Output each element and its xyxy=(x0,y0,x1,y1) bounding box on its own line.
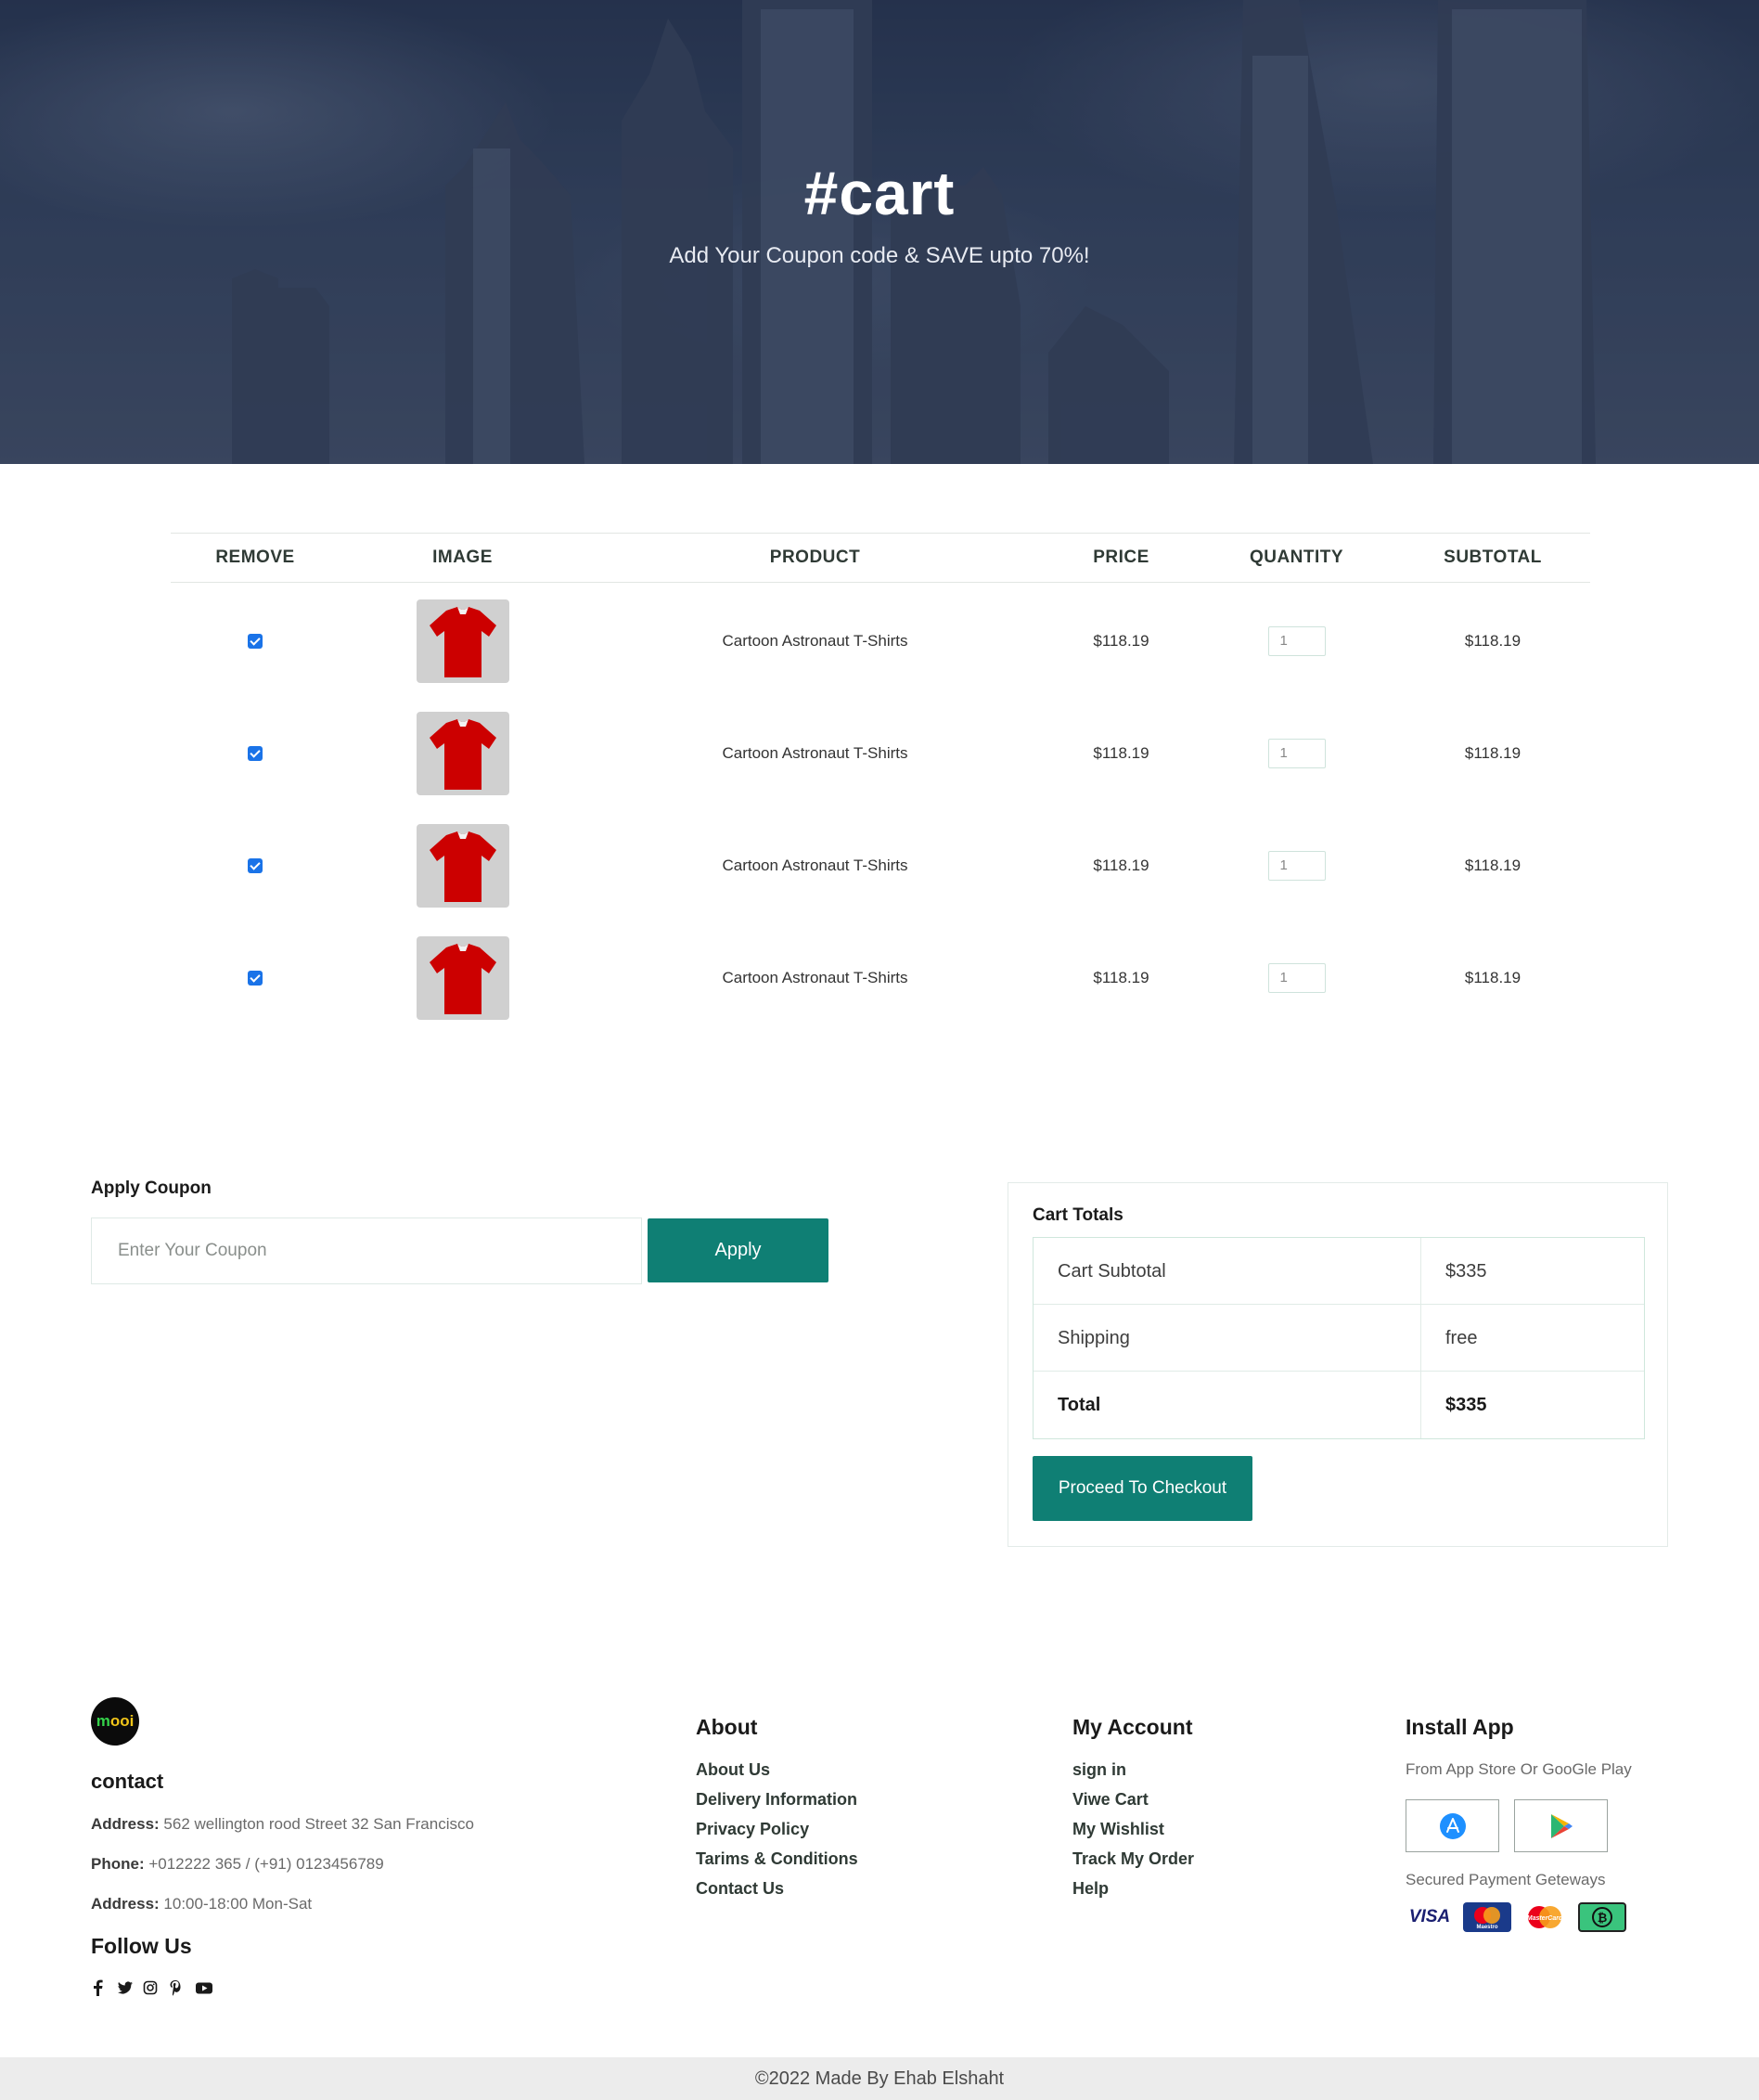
cart-table: REMOVE IMAGE PRODUCT PRICE QUANTITY SUBT… xyxy=(171,533,1590,1034)
install-subtitle: From App Store Or GooGle Play xyxy=(1406,1760,1632,1778)
twitter-icon[interactable] xyxy=(117,1979,133,1996)
instagram-icon[interactable] xyxy=(143,1979,158,1996)
remove-checkbox[interactable] xyxy=(248,633,263,649)
app-store-icon xyxy=(1439,1812,1466,1839)
cart-totals-table: Cart Subtotal $335 Shipping free Total $… xyxy=(1033,1237,1645,1439)
product-price: $118.19 xyxy=(1093,856,1149,874)
remove-checkbox[interactable] xyxy=(248,857,263,873)
contact-phone: Phone: +012222 365 / (+91) 0123456789 xyxy=(91,1855,384,1873)
site-logo[interactable]: mooi xyxy=(91,1697,139,1746)
coupon-title: Apply Coupon xyxy=(91,1179,212,1198)
footer-about-column: About About Us Delivery Information Priv… xyxy=(696,1715,858,1909)
footer-link-help[interactable]: Help xyxy=(1072,1879,1194,1909)
hero-banner: #cart Add Your Coupon code & SAVE upto 7… xyxy=(0,0,1759,464)
table-row: Cartoon Astronaut T-Shirts $118.19 1 $11… xyxy=(171,585,1590,697)
svg-text:₿: ₿ xyxy=(1598,1912,1608,1926)
product-image[interactable] xyxy=(416,823,509,908)
table-row: Cartoon Astronaut T-Shirts $118.19 1 $11… xyxy=(171,921,1590,1034)
footer-link-contact[interactable]: Contact Us xyxy=(696,1879,858,1909)
product-subtotal: $118.19 xyxy=(1464,631,1521,650)
footer-account-column: My Account sign in Viwe Cart My Wishlist… xyxy=(1072,1715,1194,1909)
cart-totals-panel: Cart Totals Cart Subtotal $335 Shipping … xyxy=(1008,1182,1668,1547)
product-price: $118.19 xyxy=(1093,743,1149,762)
footer-about-heading: About xyxy=(696,1715,758,1739)
follow-us-heading: Follow Us xyxy=(91,1934,192,1958)
contact-address: Address: 562 wellington rood Street 32 S… xyxy=(91,1815,474,1833)
totals-label: Cart Subtotal xyxy=(1034,1238,1421,1304)
header-product: PRODUCT xyxy=(769,548,861,567)
totals-row-shipping: Shipping free xyxy=(1034,1305,1644,1372)
product-subtotal: $118.19 xyxy=(1464,856,1521,874)
proceed-to-checkout-button[interactable]: Proceed To Checkout xyxy=(1033,1456,1252,1521)
header-subtotal: SUBTOTAL xyxy=(1444,548,1542,567)
footer-link-terms[interactable]: Tarims & Conditions xyxy=(696,1849,858,1879)
google-play-button[interactable] xyxy=(1514,1799,1608,1852)
product-name[interactable]: Cartoon Astronaut T-Shirts xyxy=(585,744,1045,763)
contact-hours: Address: 10:00-18:00 Mon-Sat xyxy=(91,1895,313,1913)
footer-install-heading: Install App xyxy=(1406,1715,1514,1739)
quantity-input[interactable]: 1 xyxy=(1267,850,1326,881)
app-store-button[interactable] xyxy=(1406,1799,1499,1852)
bitcoin-icon: ₿ xyxy=(1578,1902,1626,1932)
coupon-input[interactable]: Enter Your Coupon xyxy=(91,1217,642,1284)
footer-link-privacy[interactable]: Privacy Policy xyxy=(696,1820,858,1849)
pinterest-icon[interactable] xyxy=(169,1979,184,1996)
quantity-input[interactable]: 1 xyxy=(1267,738,1326,768)
youtube-icon[interactable] xyxy=(195,1979,213,1996)
totals-label: Shipping xyxy=(1034,1305,1421,1371)
copyright-bar: ©2022 Made By Ehab Elshaht xyxy=(0,2057,1759,2100)
footer-account-heading: My Account xyxy=(1072,1715,1193,1739)
remove-checkbox[interactable] xyxy=(248,970,263,986)
cart-totals-title: Cart Totals xyxy=(1033,1205,1123,1225)
cart-table-header: REMOVE IMAGE PRODUCT PRICE QUANTITY SUBT… xyxy=(171,533,1590,583)
product-price: $118.19 xyxy=(1093,968,1149,986)
totals-label: Total xyxy=(1034,1372,1421,1438)
svg-text:MasterCard: MasterCard xyxy=(1527,1915,1563,1922)
footer-link-track-order[interactable]: Track My Order xyxy=(1072,1849,1194,1879)
table-row: Cartoon Astronaut T-Shirts $118.19 1 $11… xyxy=(171,697,1590,809)
hero-subtitle: Add Your Coupon code & SAVE upto 70%! xyxy=(669,243,1090,268)
header-quantity: QUANTITY xyxy=(1249,548,1344,567)
header-price: PRICE xyxy=(1093,548,1149,567)
facebook-icon[interactable] xyxy=(91,1979,106,1996)
totals-row-total: Total $335 xyxy=(1034,1372,1644,1438)
product-name[interactable]: Cartoon Astronaut T-Shirts xyxy=(585,969,1045,987)
product-image[interactable] xyxy=(416,935,509,1020)
maestro-icon: Maestro xyxy=(1463,1902,1511,1932)
table-row: Cartoon Astronaut T-Shirts $118.19 1 $11… xyxy=(171,809,1590,921)
footer-link-about-us[interactable]: About Us xyxy=(696,1760,858,1790)
header-image: IMAGE xyxy=(432,548,493,567)
product-subtotal: $118.19 xyxy=(1464,968,1521,986)
totals-row-subtotal: Cart Subtotal $335 xyxy=(1034,1238,1644,1305)
mastercard-icon: MasterCard xyxy=(1521,1902,1569,1932)
secure-payment-label: Secured Payment Geteways xyxy=(1406,1871,1606,1888)
page-title: #cart xyxy=(803,159,956,227)
product-image[interactable] xyxy=(416,711,509,795)
header-remove: REMOVE xyxy=(215,548,295,567)
social-links xyxy=(91,1979,213,1996)
footer-install-column: Install App From App Store Or GooGle Pla… xyxy=(1406,1715,1632,1932)
footer-link-view-cart[interactable]: Viwe Cart xyxy=(1072,1790,1194,1820)
product-image[interactable] xyxy=(416,599,509,683)
contact-heading: contact xyxy=(91,1770,164,1793)
visa-icon: VISA xyxy=(1406,1902,1454,1932)
quantity-input[interactable]: 1 xyxy=(1267,625,1326,656)
totals-value: $335 xyxy=(1445,1395,1487,1415)
totals-value: free xyxy=(1445,1328,1478,1348)
remove-checkbox[interactable] xyxy=(248,745,263,761)
product-name[interactable]: Cartoon Astronaut T-Shirts xyxy=(585,857,1045,875)
product-subtotal: $118.19 xyxy=(1464,743,1521,762)
svg-text:Maestro: Maestro xyxy=(1476,1925,1497,1930)
product-price: $118.19 xyxy=(1093,631,1149,650)
apply-coupon-button[interactable]: Apply xyxy=(648,1218,828,1282)
footer-link-wishlist[interactable]: My Wishlist xyxy=(1072,1820,1194,1849)
quantity-input[interactable]: 1 xyxy=(1267,962,1326,993)
footer-link-delivery[interactable]: Delivery Information xyxy=(696,1790,858,1820)
totals-value: $335 xyxy=(1445,1261,1487,1282)
footer-link-sign-in[interactable]: sign in xyxy=(1072,1760,1194,1790)
product-name[interactable]: Cartoon Astronaut T-Shirts xyxy=(585,632,1045,651)
google-play-icon xyxy=(1550,1813,1573,1838)
